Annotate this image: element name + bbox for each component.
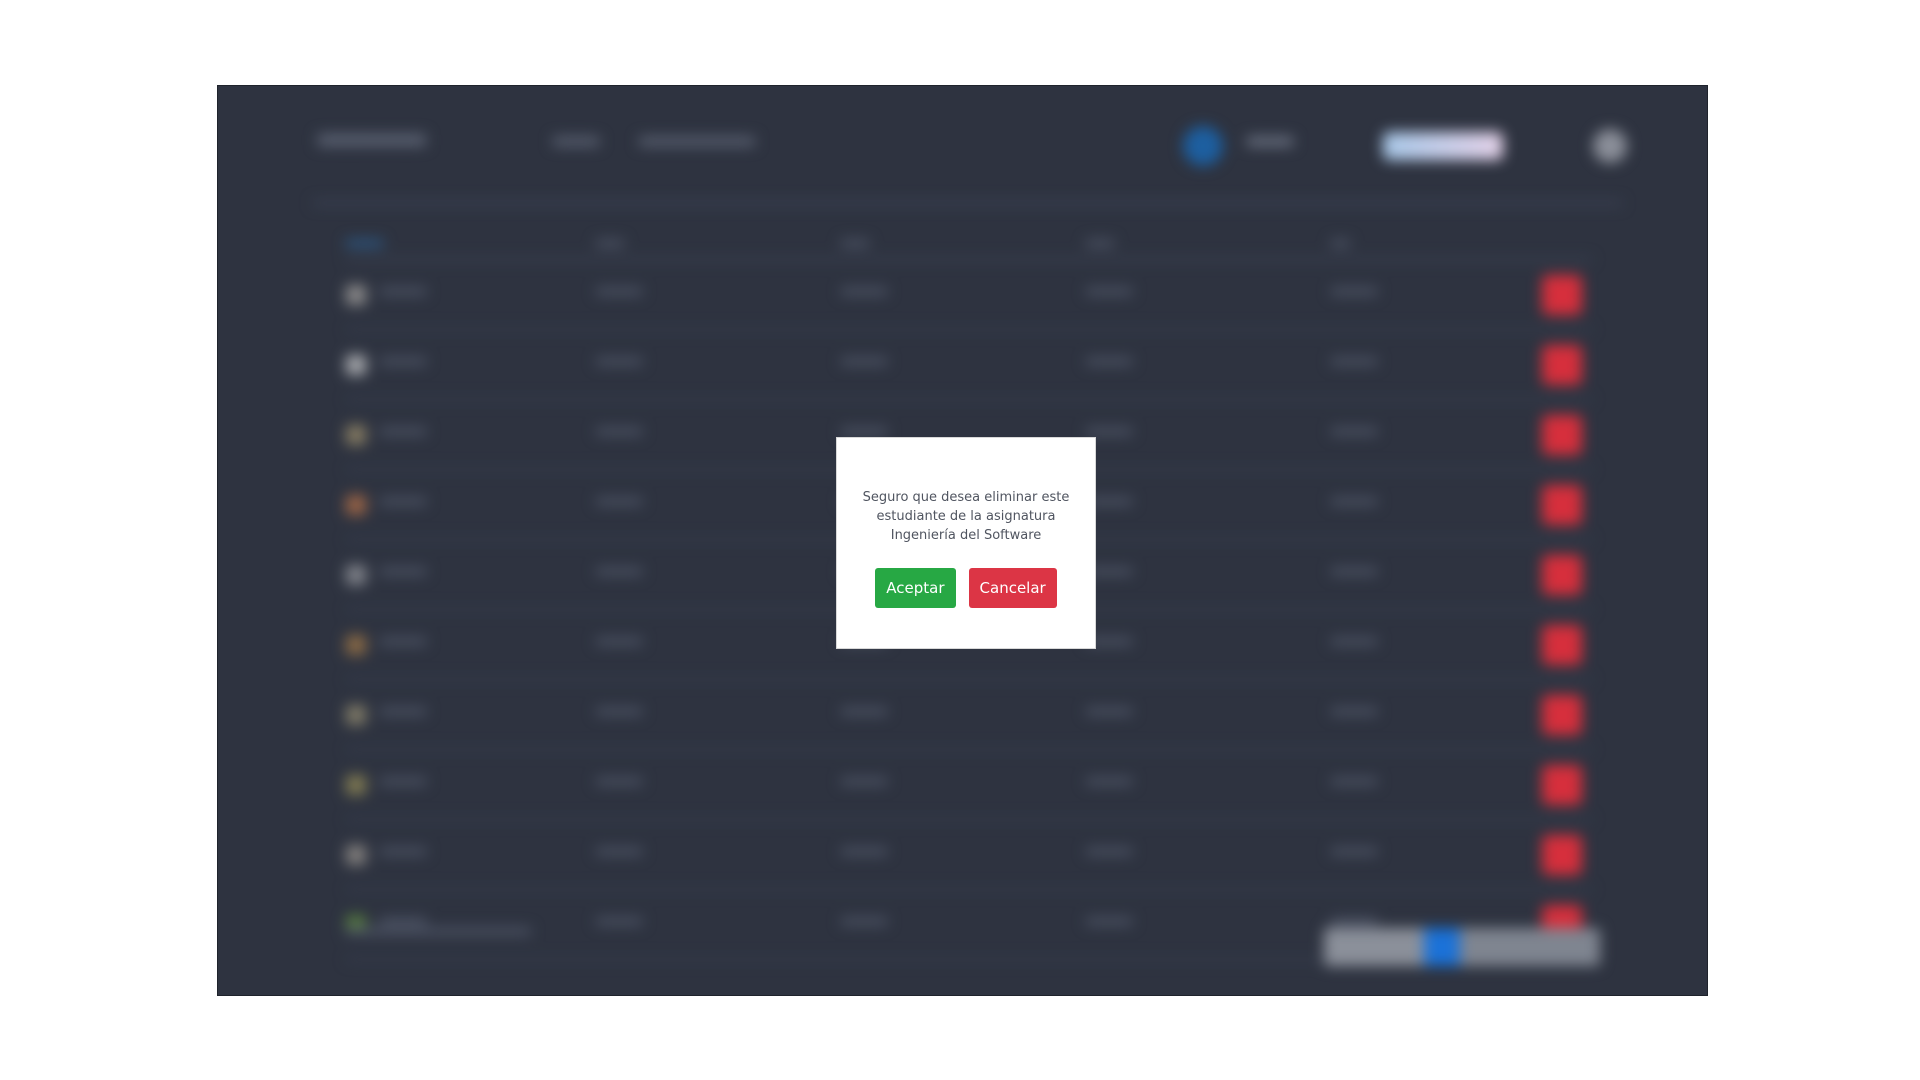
student-avatar [346, 354, 366, 375]
table-cell: ▀▀▀▀▀ [596, 567, 643, 582]
header-divider [313, 201, 1622, 205]
row-delete-button [1542, 554, 1582, 595]
column-header: ▀▀ [1331, 240, 1350, 254]
table-cell: ▀▀▀▀▀ [841, 777, 888, 792]
pagination-previous [1324, 928, 1424, 966]
confirm-delete-dialog: Seguro que desea eliminar este estudiant… [836, 437, 1096, 649]
table-cell: ▀▀▀▀▀ [1331, 637, 1378, 652]
user-avatar [1182, 126, 1223, 166]
table-cell: ▀▀▀▀▀ [596, 497, 643, 512]
student-avatar [346, 774, 366, 795]
table-cell: ▀▀▀▀▀ [1331, 427, 1378, 442]
table-row: ▀▀▀▀▀ ▀▀▀▀▀ ▀▀▀▀▀ ▀▀▀▀▀ ▀▀▀▀▀ [346, 681, 1592, 751]
table-cell: ▀▀▀▀▀ [380, 637, 427, 652]
table-cell: ▀▀▀▀▀ [1086, 847, 1133, 862]
table-cell: ▀▀▀▀▀ [1086, 777, 1133, 792]
table-cell: ▀▀▀▀▀ [596, 287, 643, 302]
settings-icon [1593, 129, 1627, 163]
row-delete-button [1542, 484, 1582, 525]
table-cell: ▀▀▀▀▀ [380, 427, 427, 442]
table-cell: ▀▀▀▀▀ [1086, 357, 1133, 372]
row-delete-button [1542, 344, 1582, 385]
table-cell: ▀▀▀▀▀ [596, 357, 643, 372]
table-cell: ▀▀▀▀▀ [1331, 777, 1378, 792]
table-cell: ▀▀▀▀▀ [1086, 917, 1133, 932]
app-header: ▀▀▀▀▀▀▀ ▀▀▀▀ ▀▀▀▀▀▀▀▀▀▀ ▀▀▀▀ [318, 116, 1627, 176]
table-cell: ▀▀▀▀▀ [380, 357, 427, 372]
table-cell: ▀▀▀▀▀ [1331, 497, 1378, 512]
table-cell: ▀▀▀▀▀ [1086, 287, 1133, 302]
table-cell: ▀▀▀▀▀ [1086, 707, 1133, 722]
table-cell: ▀▀▀▀▀ [1331, 567, 1378, 582]
header-badge [1383, 132, 1503, 160]
table-cell: ▀▀▀▀▀ [1086, 427, 1133, 442]
pagination-current-page [1424, 928, 1460, 966]
table-row: ▀▀▀▀▀ ▀▀▀▀▀ ▀▀▀▀▀ ▀▀▀▀▀ ▀▀▀▀▀ [346, 261, 1592, 331]
cancel-button[interactable]: Cancelar [968, 568, 1057, 608]
table-header: ▀▀▀▀ ▀▀▀ ▀▀▀ ▀▀▀ ▀▀ [346, 236, 1592, 261]
table-cell: ▀▀▀▀▀ [1086, 497, 1133, 512]
nav-link-1: ▀▀▀▀ [553, 137, 600, 155]
pagination-next [1460, 928, 1600, 966]
row-delete-button [1542, 764, 1582, 805]
accept-button[interactable]: Aceptar [875, 568, 956, 608]
row-delete-button [1542, 624, 1582, 665]
table-cell: ▀▀▀▀▀ [596, 427, 643, 442]
nav-link-2: ▀▀▀▀▀▀▀▀▀▀ [639, 137, 755, 155]
table-cell: ▀▀▀▀▀ [841, 847, 888, 862]
column-header: ▀▀▀ [1086, 240, 1114, 254]
table-cell: ▀▀▀▀▀ [380, 287, 427, 302]
table-cell: ▀▀▀▀▀ [841, 707, 888, 722]
table-row: ▀▀▀▀▀ ▀▀▀▀▀ ▀▀▀▀▀ ▀▀▀▀▀ ▀▀▀▀▀ [346, 821, 1592, 891]
column-header: ▀▀▀ [596, 240, 624, 254]
student-avatar [346, 704, 366, 725]
row-delete-button [1542, 414, 1582, 455]
table-cell: ▀▀▀▀▀ [596, 707, 643, 722]
table-cell: ▀▀▀▀▀ [1086, 567, 1133, 582]
row-delete-button [1542, 694, 1582, 735]
table-cell: ▀▀▀▀▀ [596, 777, 643, 792]
dialog-message: Seguro que desea eliminar este estudiant… [862, 490, 1070, 543]
student-avatar [346, 494, 366, 515]
table-cell: ▀▀▀▀▀ [380, 707, 427, 722]
table-cell: ▀▀▀▀▀ [841, 357, 888, 372]
table-cell: ▀▀▀▀▀ [1086, 637, 1133, 652]
table-cell: ▀▀▀▀▀ [1331, 357, 1378, 372]
table-cell: ▀▀▀▀▀ [1331, 707, 1378, 722]
student-avatar [346, 844, 366, 865]
dialog-actions: Aceptar Cancelar [837, 568, 1095, 608]
column-header: ▀▀▀▀ [346, 240, 383, 254]
table-cell: ▀▀▀▀▀ [1331, 847, 1378, 862]
student-avatar [346, 284, 366, 305]
table-cell: ▀▀▀▀▀ [380, 497, 427, 512]
pagination [1324, 928, 1600, 966]
table-cell: ▀▀▀▀▀ [841, 287, 888, 302]
table-cell: ▀▀▀▀▀ [841, 917, 888, 932]
row-delete-button [1542, 274, 1582, 315]
table-cell: ▀▀▀▀▀ [596, 917, 643, 932]
table-row: ▀▀▀▀▀ ▀▀▀▀▀ ▀▀▀▀▀ ▀▀▀▀▀ ▀▀▀▀▀ [346, 331, 1592, 401]
row-delete-button [1542, 834, 1582, 875]
student-avatar [346, 634, 366, 655]
table-cell: ▀▀▀▀▀ [380, 777, 427, 792]
table-row: ▀▀▀▀▀ ▀▀▀▀▀ ▀▀▀▀▀ ▀▀▀▀▀ ▀▀▀▀▀ [346, 751, 1592, 821]
table-cell: ▀▀▀▀▀ [1331, 287, 1378, 302]
student-avatar [346, 424, 366, 445]
table-cell: ▀▀▀▀▀ [596, 847, 643, 862]
app-logo: ▀▀▀▀▀▀▀ [318, 134, 426, 158]
student-avatar [346, 564, 366, 585]
table-footer-info: ▀▀▀▀▀▀▀▀▀▀▀▀▀▀▀▀▀▀▀▀ [346, 928, 531, 942]
table-cell: ▀▀▀▀▀ [596, 637, 643, 652]
table-cell: ▀▀▀▀▀ [380, 567, 427, 582]
column-header: ▀▀▀ [841, 240, 869, 254]
user-name: ▀▀▀▀ [1246, 137, 1293, 155]
table-cell: ▀▀▀▀▀ [380, 847, 427, 862]
